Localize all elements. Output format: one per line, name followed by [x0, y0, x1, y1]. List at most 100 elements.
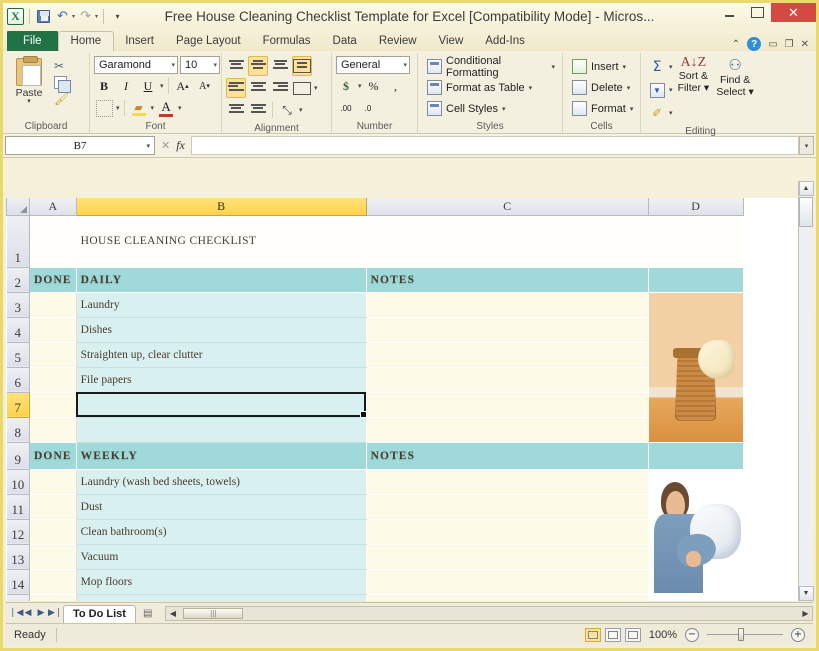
cell-b7-selected[interactable] [76, 392, 366, 417]
cell-b10[interactable]: Laundry (wash bed sheets, towels) [76, 469, 366, 494]
zoom-in-button[interactable]: + [791, 628, 805, 642]
row-header-6[interactable]: 6 [7, 367, 30, 392]
borders-dropdown-icon[interactable]: ▾ [116, 104, 120, 112]
orientation-button[interactable]: ⤡ [277, 100, 297, 120]
align-middle-button[interactable] [248, 56, 268, 76]
row-header-7[interactable]: 7 [7, 392, 30, 417]
restore-down-icon[interactable]: ▭ [768, 39, 777, 50]
cell-a9[interactable]: DONE [30, 442, 77, 469]
next-sheet-button[interactable]: ▶ [35, 608, 47, 618]
italic-button[interactable]: I [116, 76, 136, 96]
scroll-left-button[interactable]: ◀ [166, 609, 179, 618]
cell-c13[interactable] [366, 544, 648, 569]
align-center-button[interactable] [248, 78, 268, 98]
insert-cells-button[interactable]: Insert ▾ [569, 56, 629, 77]
borders-button[interactable] [94, 98, 114, 118]
name-box-dropdown-icon[interactable]: ▾ [146, 142, 150, 150]
save-icon[interactable] [35, 8, 52, 25]
cell-c12[interactable] [366, 519, 648, 544]
cell-b8[interactable] [76, 417, 366, 442]
zoom-slider-thumb[interactable] [738, 628, 744, 641]
cut-button[interactable]: ✂ [54, 59, 71, 73]
undo-dropdown-icon[interactable]: ▾ [72, 13, 75, 20]
cell-c5[interactable] [366, 342, 648, 367]
cell-b9[interactable]: WEEKLY [76, 442, 366, 469]
font-size-select[interactable]: 10 ▾ [180, 56, 220, 74]
cell-b2[interactable]: DAILY [76, 267, 366, 292]
first-sheet-button[interactable]: ❘◀ [9, 608, 21, 618]
tab-file[interactable]: File [7, 31, 58, 51]
row-header-13[interactable]: 13 [7, 544, 30, 569]
cell-c7[interactable] [366, 392, 648, 417]
column-header-d[interactable]: D [648, 198, 743, 215]
redo-dropdown-icon[interactable]: ▾ [95, 13, 98, 20]
cell-c9[interactable]: NOTES [366, 442, 648, 469]
cell-a5[interactable] [30, 342, 77, 367]
last-sheet-button[interactable]: ▶❘ [48, 608, 60, 618]
normal-view-button[interactable] [585, 628, 601, 642]
cell-a15[interactable] [30, 594, 77, 601]
cell-a1[interactable] [30, 215, 77, 267]
scroll-down-button[interactable]: ▼ [799, 586, 814, 601]
scroll-right-button[interactable]: ▶ [799, 609, 812, 618]
shrink-font-button[interactable]: A▾ [195, 76, 215, 96]
cell-b13[interactable]: Vacuum [76, 544, 366, 569]
format-as-table-button[interactable]: Format as Table ▾ [424, 77, 535, 98]
cell-c1[interactable] [366, 215, 648, 267]
collapse-ribbon-icon[interactable]: ⌃ [732, 39, 740, 50]
photo-laundry-basket[interactable] [648, 292, 743, 442]
conditional-formatting-button[interactable]: Conditional Formatting ▾ [424, 56, 558, 77]
cell-c4[interactable] [366, 317, 648, 342]
row-header-15[interactable]: 15 [7, 594, 30, 601]
row-header-1[interactable]: 1 [7, 215, 30, 267]
row-header-3[interactable]: 3 [7, 292, 30, 317]
help-icon[interactable]: ? [747, 37, 761, 51]
font-family-select[interactable]: Garamond ▾ [94, 56, 178, 74]
cell-c11[interactable] [366, 494, 648, 519]
cell-a3[interactable] [30, 292, 77, 317]
clear-button[interactable]: ✐ [647, 103, 667, 123]
cell-b3[interactable]: Laundry [76, 292, 366, 317]
font-color-dropdown-icon[interactable]: ▾ [178, 104, 182, 112]
tab-page-layout[interactable]: Page Layout [165, 32, 252, 51]
underline-dropdown-icon[interactable]: ▾ [160, 82, 164, 90]
grow-font-button[interactable]: A▴ [173, 76, 193, 96]
orientation-dropdown-icon[interactable]: ▾ [299, 106, 303, 114]
column-header-c[interactable]: C [366, 198, 648, 215]
underline-button[interactable]: U [138, 76, 158, 96]
row-header-8[interactable]: 8 [7, 417, 30, 442]
increase-indent-button[interactable] [248, 100, 268, 120]
align-right-button[interactable] [270, 78, 290, 98]
formula-input[interactable] [191, 136, 799, 155]
font-color-button[interactable]: A [156, 98, 176, 118]
cell-b5[interactable]: Straighten up, clear clutter [76, 342, 366, 367]
tab-insert[interactable]: Insert [114, 32, 165, 51]
cell-c10[interactable] [366, 469, 648, 494]
column-header-b[interactable]: B [76, 198, 366, 215]
redo-icon[interactable]: ↷ [77, 8, 94, 25]
cell-b11[interactable]: Dust [76, 494, 366, 519]
align-left-button[interactable] [226, 78, 246, 98]
cell-a11[interactable] [30, 494, 77, 519]
tab-home[interactable]: Home [58, 31, 115, 52]
wrap-text-button[interactable] [292, 56, 312, 76]
customize-qat-icon[interactable]: ▾ [109, 8, 126, 25]
window-restore-icon[interactable]: ❐ [785, 39, 794, 50]
autosum-button[interactable]: Σ [647, 57, 667, 77]
fill-color-button[interactable]: ▰ [129, 98, 149, 118]
scroll-up-button[interactable]: ▲ [799, 181, 814, 196]
merge-dropdown-icon[interactable]: ▾ [314, 84, 318, 92]
name-box[interactable]: B7 ▾ [5, 136, 155, 155]
cell-d1[interactable] [648, 215, 743, 267]
row-header-12[interactable]: 12 [7, 519, 30, 544]
format-painter-button[interactable]: 🖌 [54, 92, 71, 106]
row-header-4[interactable]: 4 [7, 317, 30, 342]
vertical-scrollbar[interactable]: ▲ ▼ [798, 181, 813, 601]
cell-b4[interactable]: Dishes [76, 317, 366, 342]
number-format-select[interactable]: General ▾ [336, 56, 410, 74]
photo-woman-laundry[interactable] [648, 469, 743, 594]
cell-a10[interactable] [30, 469, 77, 494]
cell-c8[interactable] [366, 417, 648, 442]
paste-button[interactable]: Paste ▾ [7, 56, 51, 105]
cell-d9[interactable] [648, 442, 743, 469]
